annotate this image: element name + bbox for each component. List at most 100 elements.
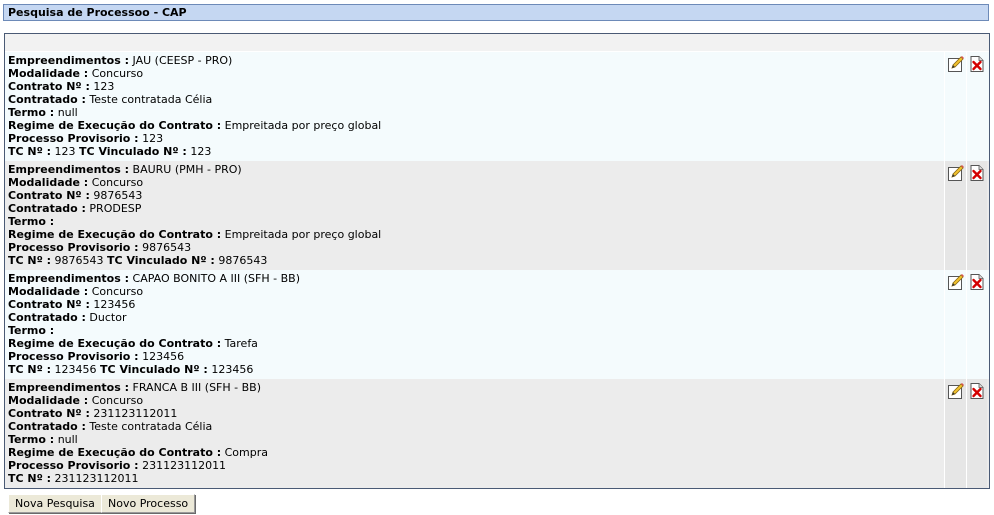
field-value: 123 (93, 80, 115, 93)
table-row: Empreendimentos : JAU (CEESP - PRO) Modal… (5, 52, 989, 161)
field-label: TC Nº : (8, 145, 52, 158)
field-label: Contrato Nº : (8, 298, 90, 311)
field-value: 123456 (142, 350, 185, 363)
records-list: Empreendimentos : JAU (CEESP - PRO) Modal… (5, 52, 989, 488)
results-header (5, 34, 989, 52)
delete-button[interactable] (966, 161, 987, 270)
record-field-contrato: Contrato Nº : 9876543 (8, 189, 944, 202)
field-label: Processo Provisorio : (8, 132, 139, 145)
field-value: Teste contratada Célia (89, 420, 213, 433)
field-label: Contratado : (8, 420, 86, 433)
field-label: TC Nº : (8, 363, 52, 376)
record-field-modalidade: Modalidade : Concurso (8, 285, 944, 298)
record-actions (944, 161, 989, 270)
record-details: Empreendimentos : JAU (CEESP - PRO) Modal… (5, 52, 944, 161)
field-value: 123 (142, 132, 164, 145)
record-details: Empreendimentos : FRANCA B III (SFH - BB… (5, 379, 944, 488)
field-value: null (57, 433, 78, 446)
field-value: Empreitada por preço global (224, 228, 382, 241)
field-value: CAPAO BONITO A III (SFH - BB) (132, 272, 300, 285)
record-field-tc: TC Nº : 231123112011 (8, 472, 944, 485)
novo-processo-button[interactable]: Novo Processo (101, 494, 196, 513)
field-label: Regime de Execução do Contrato : (8, 446, 222, 459)
field-label: Termo : (8, 215, 55, 228)
field-label: TC Nº : (8, 254, 52, 267)
field-value: PRODESP (89, 202, 142, 215)
record-field-termo: Termo : (8, 215, 944, 228)
record-field-contratado: Contratado : Teste contratada Célia (8, 93, 944, 106)
record-field-processo: Processo Provisorio : 123 (8, 132, 944, 145)
edit-pencil-icon (947, 383, 964, 399)
edit-button[interactable] (945, 379, 966, 488)
delete-x-icon (970, 274, 984, 290)
record-field-contrato: Contrato Nº : 231123112011 (8, 407, 944, 420)
delete-button[interactable] (966, 379, 987, 488)
record-field-contrato: Contrato Nº : 123 (8, 80, 944, 93)
field-label: Processo Provisorio : (8, 241, 139, 254)
table-row: Empreendimentos : BAURU (PMH - PRO) Modal… (5, 161, 989, 270)
field-label: Termo : (8, 106, 55, 119)
field-label: Regime de Execução do Contrato : (8, 228, 222, 241)
field-value: Concurso (91, 176, 144, 189)
record-field-contratado: Contratado : Ductor (8, 311, 944, 324)
field-label: Empreendimentos : (8, 272, 130, 285)
record-field-contratado: Contratado : PRODESP (8, 202, 944, 215)
field-value: 231123112011 (142, 459, 227, 472)
field-label: Empreendimentos : (8, 54, 130, 67)
field-value: 9876543 (142, 241, 192, 254)
field-value: Concurso (91, 285, 144, 298)
record-field-contrato: Contrato Nº : 123456 (8, 298, 944, 311)
record-field-contratado: Contratado : Teste contratada Célia (8, 420, 944, 433)
delete-x-icon (970, 56, 984, 72)
record-field-tc: TC Nº : 123 TC Vinculado Nº : 123 (8, 145, 944, 158)
field-label: Termo : (8, 433, 55, 446)
field-label: Contratado : (8, 202, 86, 215)
edit-button[interactable] (945, 161, 966, 270)
field-value: 123456 (54, 363, 97, 376)
field-label: Modalidade : (8, 176, 89, 189)
field-value: 9876543 (218, 254, 268, 267)
field-label: TC Vinculado Nº : (100, 363, 208, 376)
field-value: 123456 (93, 298, 136, 311)
field-label: Contratado : (8, 93, 86, 106)
field-label: Empreendimentos : (8, 381, 130, 394)
delete-button[interactable] (966, 270, 987, 379)
field-label: Empreendimentos : (8, 163, 130, 176)
field-label: Regime de Execução do Contrato : (8, 337, 222, 350)
field-value: Compra (224, 446, 268, 459)
field-value: 231123112011 (93, 407, 178, 420)
nova-pesquisa-button[interactable]: Nova Pesquisa (8, 494, 102, 513)
field-value: null (57, 106, 78, 119)
record-field-regime: Regime de Execução do Contrato : Empreit… (8, 119, 944, 132)
field-value: BAURU (PMH - PRO) (132, 163, 242, 176)
field-label: TC Vinculado Nº : (107, 254, 215, 267)
record-actions (944, 52, 989, 161)
field-value: Teste contratada Célia (89, 93, 213, 106)
table-row: Empreendimentos : CAPAO BONITO A III (SF… (5, 270, 989, 379)
field-label: Contrato Nº : (8, 407, 90, 420)
field-value: JAU (CEESP - PRO) (132, 54, 233, 67)
field-value: 123 (54, 145, 76, 158)
field-label: TC Nº : (8, 472, 52, 485)
delete-button[interactable] (966, 52, 987, 161)
edit-pencil-icon (947, 274, 964, 290)
results-table: Empreendimentos : JAU (CEESP - PRO) Modal… (4, 33, 990, 489)
field-value: 231123112011 (54, 472, 139, 485)
field-label: TC Vinculado Nº : (79, 145, 187, 158)
record-field-tc: TC Nº : 123456 TC Vinculado Nº : 123456 (8, 363, 944, 376)
field-value: Concurso (91, 394, 144, 407)
field-value: Empreitada por preço global (224, 119, 382, 132)
edit-button[interactable] (945, 270, 966, 379)
record-actions (944, 379, 989, 488)
field-value: Tarefa (224, 337, 258, 350)
record-field-termo: Termo : null (8, 106, 944, 119)
page-title: Pesquisa de Processoo - CAP (3, 4, 989, 21)
delete-x-icon (970, 165, 984, 181)
field-label: Processo Provisorio : (8, 350, 139, 363)
record-details: Empreendimentos : CAPAO BONITO A III (SF… (5, 270, 944, 379)
field-value: 123456 (211, 363, 254, 376)
record-details: Empreendimentos : BAURU (PMH - PRO) Modal… (5, 161, 944, 270)
edit-button[interactable] (945, 52, 966, 161)
record-field-processo: Processo Provisorio : 231123112011 (8, 459, 944, 472)
field-value: 9876543 (54, 254, 104, 267)
